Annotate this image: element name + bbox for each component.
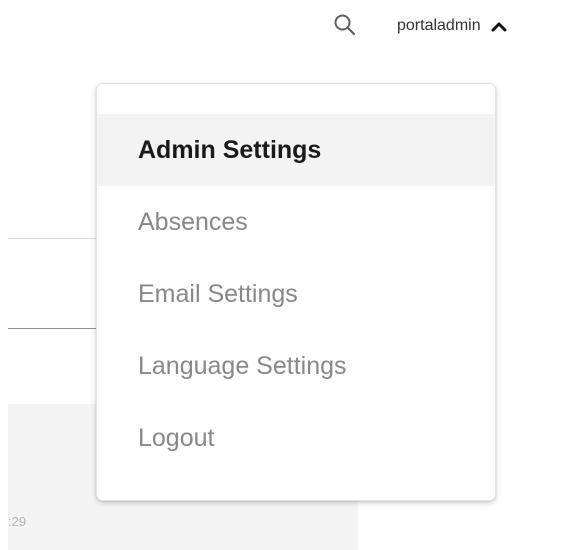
search-icon xyxy=(334,14,356,36)
page: :29 portaladmin Admin Settings Absences … xyxy=(0,0,566,550)
background-timestamp: :29 xyxy=(8,514,27,529)
background-divider xyxy=(8,328,100,329)
top-bar: portaladmin xyxy=(0,0,566,60)
menu-item-email-settings[interactable]: Email Settings xyxy=(97,258,495,330)
user-dropdown-menu: Admin Settings Absences Email Settings L… xyxy=(96,83,496,501)
username: portaladmin xyxy=(397,17,481,34)
menu-item-admin-settings[interactable]: Admin Settings xyxy=(97,114,495,186)
chevron-up-icon xyxy=(491,22,507,32)
search-button[interactable] xyxy=(332,12,358,38)
menu-item-absences[interactable]: Absences xyxy=(97,186,495,258)
user-menu-toggle[interactable]: portaladmin xyxy=(397,13,507,39)
menu-item-language-settings[interactable]: Language Settings xyxy=(97,330,495,402)
menu-item-logout[interactable]: Logout xyxy=(97,402,495,474)
background-divider xyxy=(8,238,100,239)
